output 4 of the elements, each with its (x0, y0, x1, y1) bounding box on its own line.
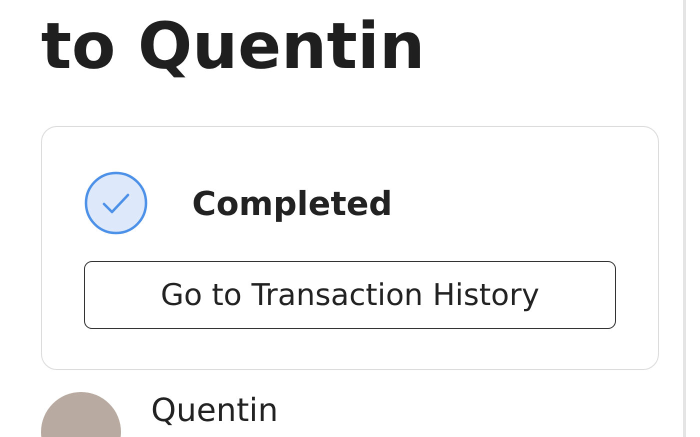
transaction-history-button[interactable]: Go to Transaction History (84, 261, 616, 329)
recipient-name: Quentin (151, 392, 278, 428)
page-title: to Quentin (41, 9, 426, 86)
status-label: Completed (192, 184, 392, 222)
